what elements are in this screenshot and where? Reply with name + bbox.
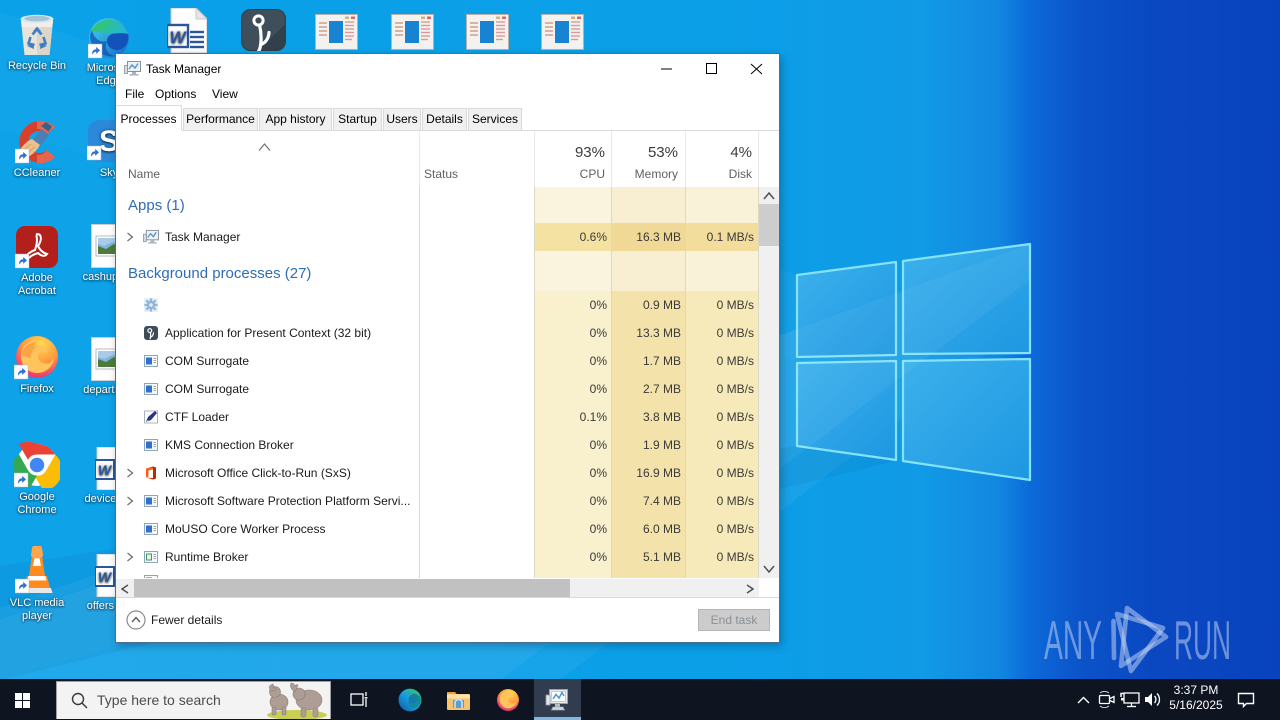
svg-text:W: W [169, 28, 187, 47]
svg-text:W: W [98, 462, 113, 478]
svg-text:RUN: RUN [1174, 609, 1231, 671]
svg-text:W: W [98, 569, 113, 585]
svg-text:ANY: ANY [1044, 609, 1102, 671]
